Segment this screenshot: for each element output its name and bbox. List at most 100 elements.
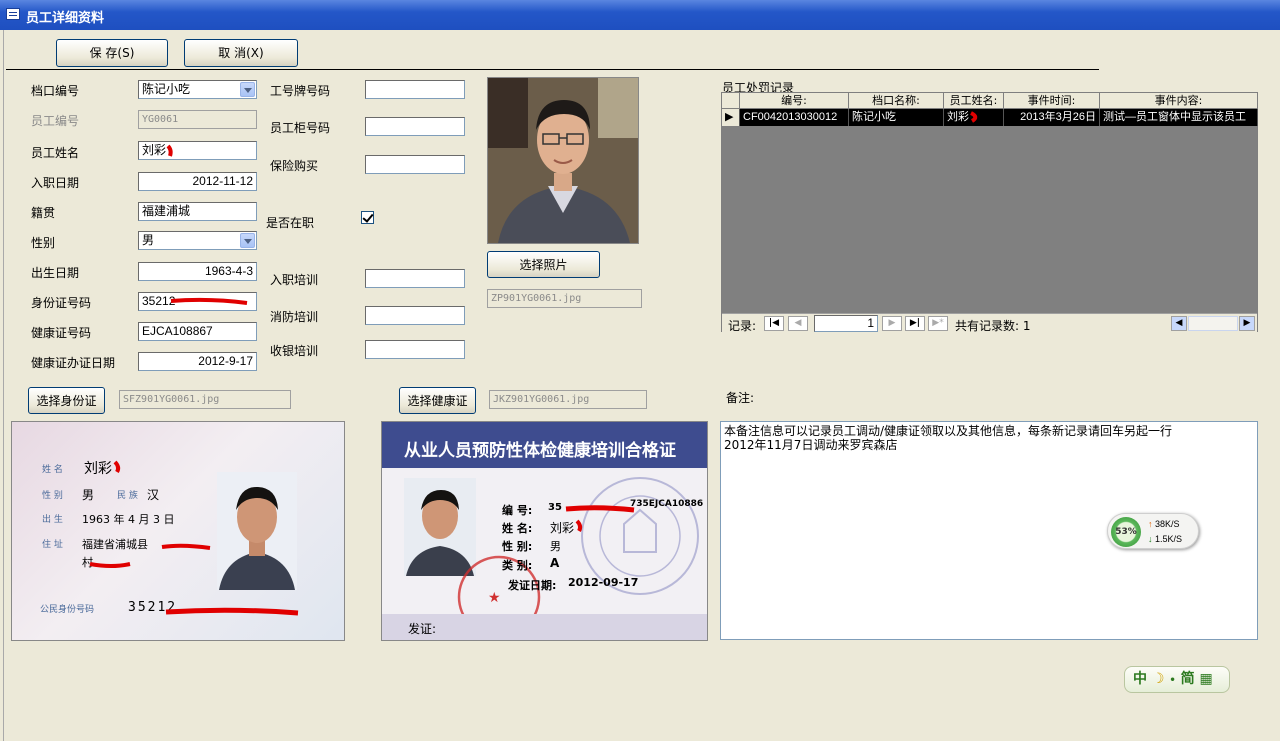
- id-card-file-field[interactable]: SFZ901YG0061.jpg: [119, 390, 291, 409]
- horizontal-scrollbar[interactable]: [1188, 316, 1238, 331]
- choose-health-card-button[interactable]: 选择健康证: [399, 387, 476, 414]
- ime-lang[interactable]: 中: [1133, 671, 1147, 687]
- form-icon: [6, 8, 20, 20]
- cell-name[interactable]: 刘彩: [944, 109, 1004, 126]
- save-button[interactable]: 保 存(S): [56, 39, 168, 67]
- health-date-field[interactable]: 2012-9-17: [138, 352, 257, 371]
- redaction-mark: [575, 519, 583, 533]
- first-record-icon[interactable]: |◀: [764, 316, 784, 331]
- choose-id-card-button[interactable]: 选择身份证: [28, 387, 105, 414]
- upload-speed-value: 38K/S: [1155, 519, 1180, 529]
- scroll-right-icon[interactable]: ▶: [1239, 316, 1255, 331]
- chevron-down-icon[interactable]: [240, 82, 255, 97]
- stall-no-combo[interactable]: 陈记小吃: [138, 80, 257, 99]
- insurance-field[interactable]: [365, 155, 465, 174]
- net-speed-widget[interactable]: 53% ↑ 38K/S ↓ 1.5K/S: [1107, 513, 1199, 549]
- col-header-stall[interactable]: 档口名称:: [849, 93, 944, 109]
- employed-checkbox[interactable]: [361, 211, 374, 224]
- emp-no-field[interactable]: YG0061: [138, 110, 257, 129]
- ime-toolbar[interactable]: 中 ☽ • 简 ▦: [1124, 666, 1230, 693]
- cpu-percent: 53%: [1111, 517, 1141, 547]
- health-card-file-field[interactable]: JKZ901YG0061.jpg: [489, 390, 647, 409]
- cell-content[interactable]: 测试—员工窗体中显示该员工: [1100, 109, 1258, 126]
- emp-name-field[interactable]: 刘彩: [138, 141, 257, 160]
- health-card-title: 从业人员预防性体检健康培训合格证: [404, 441, 676, 461]
- id-no-field[interactable]: 35212: [138, 292, 257, 311]
- id-nation-key: 民 族: [117, 491, 138, 501]
- native-place-label: 籍贯: [31, 206, 56, 220]
- emp-name-label: 员工姓名: [31, 146, 80, 160]
- hc-name-key: 姓 名:: [502, 522, 533, 535]
- cancel-button[interactable]: 取 消(X): [184, 39, 298, 67]
- redaction-mark: [565, 505, 635, 513]
- table-row[interactable]: ▶ CF0042013030012 陈记小吃 刘彩 2013年3月26日 测试—…: [722, 109, 1258, 126]
- id-address-key: 住 址: [42, 540, 63, 550]
- gender-label: 性别: [31, 236, 56, 250]
- arrow-down-icon: ↓: [1148, 534, 1153, 544]
- col-header-no[interactable]: 编号:: [740, 93, 849, 109]
- emp-name-value: 刘彩: [142, 143, 167, 157]
- hire-date-field[interactable]: 2012-11-12: [138, 172, 257, 191]
- title-bar: 员工详细资料: [0, 0, 1280, 30]
- svg-text:★: ★: [488, 590, 501, 606]
- moon-icon[interactable]: ☽: [1152, 671, 1165, 687]
- scroll-left-icon[interactable]: ◀: [1171, 316, 1187, 331]
- total-records-label: 共有记录数: 1: [955, 319, 1031, 333]
- birth-date-label: 出生日期: [31, 266, 80, 280]
- current-record-field[interactable]: 1: [814, 315, 878, 332]
- row-selector-header: [722, 93, 740, 109]
- download-speed-value: 1.5K/S: [1155, 534, 1183, 544]
- id-nation-value: 汉: [147, 488, 160, 502]
- locker-no-field[interactable]: [365, 117, 465, 136]
- hire-training-label: 入职培训: [270, 273, 319, 287]
- redaction-mark: [89, 543, 211, 568]
- cell-time[interactable]: 2013年3月26日: [1004, 109, 1100, 126]
- remarks-line: 2012年11月7日调动来罗宾森店: [724, 438, 898, 452]
- id-number-key: 公民身份号码: [40, 605, 95, 615]
- health-card-image: 从业人员预防性体检健康培训合格证 ★ 编 号: 35 735EJCA10886 …: [381, 421, 708, 641]
- cashier-training-field[interactable]: [365, 340, 465, 359]
- hc-name-value: 刘彩: [550, 521, 575, 535]
- arrow-up-icon: ↑: [1148, 519, 1153, 529]
- health-no-field[interactable]: EJCA108867: [138, 322, 257, 341]
- cell-no[interactable]: CF0042013030012: [740, 109, 849, 126]
- col-header-time[interactable]: 事件时间:: [1004, 93, 1100, 109]
- new-record-icon[interactable]: ▶*: [928, 316, 948, 331]
- chevron-down-icon[interactable]: [240, 233, 255, 248]
- prev-record-icon[interactable]: ◀: [788, 316, 808, 331]
- photo-file-field[interactable]: ZP901YG0061.jpg: [487, 289, 642, 308]
- id-portrait: [217, 472, 297, 590]
- redaction-mark: [170, 297, 248, 305]
- emp-no-label: 员工编号: [31, 114, 80, 128]
- ime-mode[interactable]: 简: [1181, 671, 1195, 687]
- id-birth-key: 出 生: [42, 515, 63, 525]
- record-navigator: 记录: |◀ ◀ 1 ▶ ▶| ▶* 共有记录数: 1 ◀ ▶: [722, 313, 1257, 333]
- badge-no-label: 工号牌号码: [270, 84, 331, 98]
- hc-type-value: A: [550, 556, 560, 570]
- penalty-grid[interactable]: 编号: 档口名称: 员工姓名: 事件时间: 事件内容: ▶ CF00420130…: [721, 92, 1258, 333]
- badge-no-field[interactable]: [365, 80, 465, 99]
- birth-date-field[interactable]: 1963-4-3: [138, 262, 257, 281]
- cell-name-value: 刘彩: [947, 111, 969, 123]
- keyboard-icon[interactable]: ▦: [1199, 671, 1212, 687]
- native-place-field[interactable]: 福建浦城: [138, 202, 257, 221]
- row-pointer-icon[interactable]: ▶: [722, 109, 740, 126]
- hc-no-value: 35: [548, 502, 562, 513]
- fire-training-field[interactable]: [365, 306, 465, 325]
- hire-training-field[interactable]: [365, 269, 465, 288]
- id-no-label: 身份证号码: [31, 296, 92, 310]
- stall-no-value: 陈记小吃: [142, 82, 191, 96]
- choose-photo-button[interactable]: 选择照片: [487, 251, 600, 278]
- id-sex-key: 性 别: [42, 491, 63, 501]
- col-header-content[interactable]: 事件内容:: [1100, 93, 1258, 109]
- remarks-label: 备注:: [726, 391, 755, 405]
- hc-no-value-2: 735EJCA10886: [630, 499, 704, 509]
- hc-date-value: 2012-09-17: [568, 576, 639, 589]
- gender-combo[interactable]: 男: [138, 231, 257, 250]
- redaction-mark: [113, 460, 121, 474]
- punct-icon[interactable]: •: [1169, 675, 1175, 686]
- cell-stall[interactable]: 陈记小吃: [849, 109, 944, 126]
- last-record-icon[interactable]: ▶|: [905, 316, 925, 331]
- col-header-name[interactable]: 员工姓名:: [944, 93, 1004, 109]
- next-record-icon[interactable]: ▶: [882, 316, 902, 331]
